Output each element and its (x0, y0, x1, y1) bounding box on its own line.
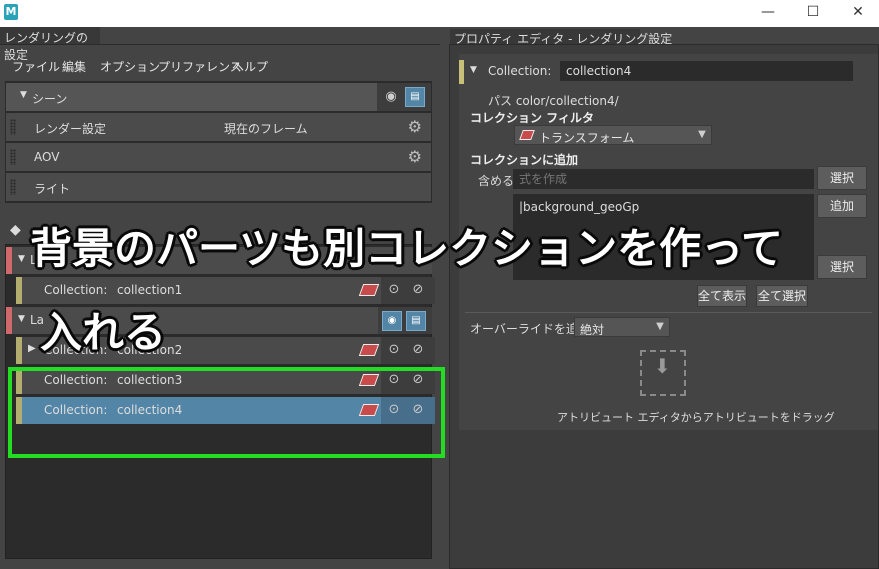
drag-handle-icon[interactable] (10, 119, 16, 135)
drop-arrow-icon: ⬇ (654, 354, 671, 378)
scene-header[interactable]: ▼ シーン ◉ ▤ (6, 83, 431, 111)
selector-icon[interactable] (358, 344, 380, 356)
menu-help[interactable]: ヘルプ (232, 58, 268, 75)
create-layer-icon[interactable]: ◆ (10, 222, 21, 238)
annotation-caption-line2: 入れる (40, 308, 167, 357)
drag-attribute-hint: アトリビュート エディタからアトリビュートをドラッグ (557, 411, 835, 424)
tab-divider (0, 44, 440, 45)
scene-row-lights[interactable]: ライト (6, 173, 431, 201)
collection-header-stripe (459, 60, 464, 84)
collection-controls: ⊙ ⊘ (381, 337, 435, 364)
isolate-icon[interactable]: ⊙ (385, 281, 403, 299)
select-button[interactable]: 選択 (817, 166, 867, 190)
section-divider (465, 312, 872, 313)
render-setup-tab[interactable]: レンダリングの設定 (0, 27, 100, 62)
selector-icon[interactable] (358, 284, 380, 296)
scene-row-render-settings[interactable]: レンダー設定 現在のフレーム ⚙ (6, 113, 431, 141)
collection-color-stripe (16, 337, 22, 364)
gear-icon[interactable]: ⚙ (408, 117, 422, 136)
layer-color-stripe (6, 247, 12, 274)
gear-icon[interactable]: ⚙ (408, 147, 422, 166)
show-all-button[interactable]: 全て表示 (697, 285, 747, 307)
title-bar: M — ☐ ✕ (0, 0, 879, 27)
annotation-caption-line1: 背景のパーツも別コレクションを作って (30, 224, 784, 273)
collection-name: collection1 (117, 283, 183, 297)
menu-options[interactable]: オプション (100, 58, 160, 75)
layer-controls: ◉ ▤ (378, 307, 432, 334)
collection-color-stripe (16, 277, 22, 304)
menu-preferences[interactable]: プリファレンス (158, 58, 242, 75)
expand-arrow-icon[interactable]: ▼ (20, 90, 27, 100)
menu-file[interactable]: ファイル (12, 58, 60, 75)
menu-edit[interactable]: 編集 (62, 58, 86, 75)
transform-filter-icon (519, 130, 535, 140)
enable-toggle-icon[interactable]: ⊘ (409, 281, 427, 299)
chevron-down-icon: ▼ (656, 321, 664, 332)
drag-handle-icon[interactable] (10, 149, 16, 165)
scene-section: ▼ シーン ◉ ▤ レンダー設定 現在のフレーム ⚙ AOV ⚙ ライト (5, 81, 432, 203)
render-settings-label: レンダー設定 (34, 122, 107, 136)
collapse-arrow-icon[interactable]: ▼ (18, 314, 25, 324)
maya-app-icon: M (4, 4, 18, 20)
scene-row-aov[interactable]: AOV ⚙ (6, 143, 431, 171)
collection-controls: ⊙ ⊘ (381, 277, 435, 304)
property-editor-tab[interactable]: プロパティ エディタ - レンダリング設定 (450, 29, 672, 46)
layer-color-stripe (6, 307, 12, 334)
enable-toggle-icon[interactable]: ⊘ (409, 341, 427, 359)
collection-name-label: Collection: (488, 64, 552, 78)
close-button[interactable]: ✕ (835, 0, 879, 27)
include-label: 含める (478, 174, 515, 188)
select-button-secondary[interactable]: 選択 (817, 255, 867, 279)
render-toggle-icon[interactable]: ▤ (406, 311, 426, 331)
render-toggle-icon[interactable]: ▤ (405, 87, 425, 107)
add-button[interactable]: 追加 (817, 194, 867, 218)
minimize-button[interactable]: — (745, 0, 791, 27)
collection-label: Collection: (44, 283, 108, 297)
collection-filter-dropdown[interactable]: トランスフォーム ▼ (514, 125, 712, 145)
override-type-dropdown[interactable]: 絶対 ▼ (574, 317, 670, 337)
lights-label: ライト (34, 182, 71, 196)
attribute-drop-zone[interactable]: ⬇ (640, 350, 686, 396)
collection-name-field[interactable]: collection4 (560, 61, 853, 81)
collection-filter-label: コレクション フィルタ (470, 111, 594, 125)
select-all-button[interactable]: 全て選択 (756, 285, 808, 307)
add-to-collection-label: コレクションに追加 (470, 153, 579, 167)
collection-path: パス color/collection4/ (488, 94, 619, 108)
scene-controls: ◉ ▤ (377, 83, 431, 111)
expand-arrow-icon[interactable]: ▶ (28, 343, 36, 354)
render-settings-value: 現在のフレーム (224, 122, 308, 136)
scene-label: シーン (32, 92, 68, 106)
include-expression-input[interactable] (513, 169, 814, 189)
list-item[interactable]: |background_geoGp (519, 200, 639, 214)
add-override-label: オーバーライドを追加 (470, 322, 590, 336)
aov-label: AOV (34, 150, 60, 164)
override-type-value: 絶対 (580, 323, 605, 337)
collapse-arrow-icon[interactable]: ▼ (470, 65, 477, 75)
drag-handle-icon[interactable] (10, 179, 16, 195)
highlight-box (8, 367, 445, 458)
isolate-icon[interactable]: ⊙ (385, 341, 403, 359)
collection-filter-value: トランスフォーム (539, 131, 635, 145)
visibility-eye-icon[interactable]: ◉ (382, 311, 402, 331)
collapse-arrow-icon[interactable]: ▼ (18, 254, 25, 264)
chevron-down-icon: ▼ (698, 129, 706, 140)
maximize-button[interactable]: ☐ (790, 0, 836, 27)
visibility-eye-icon[interactable]: ◉ (381, 87, 401, 107)
